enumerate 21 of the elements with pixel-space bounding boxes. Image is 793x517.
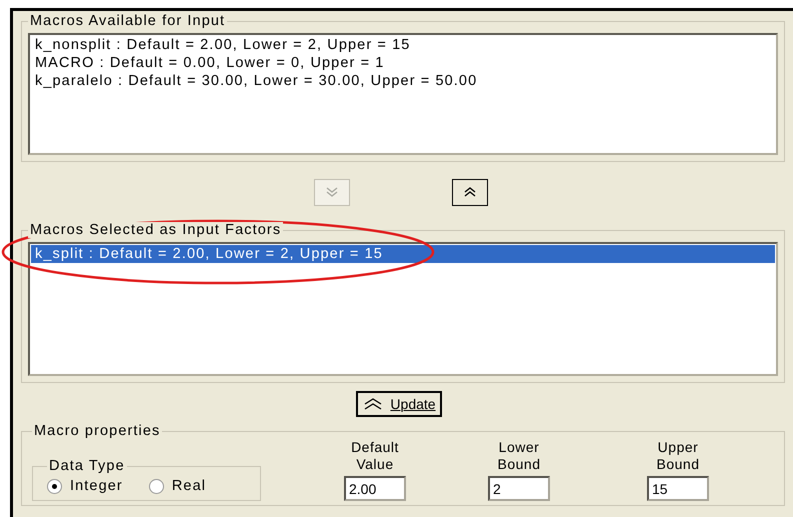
input-field[interactable]: 15 (647, 476, 709, 501)
list-item[interactable]: k_nonsplit : Default = 2.00, Lower = 2, Upper = 15 (31, 36, 775, 54)
double-chevron-icon (463, 186, 477, 198)
radio-icon[interactable] (47, 478, 62, 494)
input-field[interactable]: 2 (488, 476, 550, 501)
move-up-button[interactable] (452, 178, 488, 206)
double-chevron-icon (325, 186, 339, 198)
macro-listbox[interactable]: k_nonsplit : Default = 2.00, Lower = 2, Upper = 15 MACRO : Default = 0.00, Lower = 0, Upper = 1 k_paralelo : Default = 30.00, Lower = 30.00, Upper = 50.00 (28, 33, 778, 155)
group-title: Macros Selected as Input Factors (28, 222, 284, 238)
field-label: Upper Bound (656, 439, 700, 473)
macro-listbox[interactable]: k_split : Default = 2.00, Lower = 2, Upper = 15 (28, 242, 778, 376)
update-button[interactable]: Update (356, 391, 442, 417)
radio-option[interactable]: Integer (47, 478, 123, 494)
field-label: Default Value (351, 439, 399, 473)
list-item[interactable]: MACRO : Default = 0.00, Lower = 0, Upper = 1 (31, 54, 775, 72)
list-item[interactable]: k_split : Default = 2.00, Lower = 2, Upper = 15 (31, 245, 775, 263)
radio-option[interactable]: Real (148, 478, 206, 494)
field-label: Lower Bound (498, 439, 540, 473)
radio-icon[interactable] (148, 478, 164, 494)
input-field[interactable]: 2.00 (344, 476, 406, 501)
list-item[interactable]: k_paralelo : Default = 30.00, Lower = 30.00, Upper = 50.00 (31, 72, 775, 90)
